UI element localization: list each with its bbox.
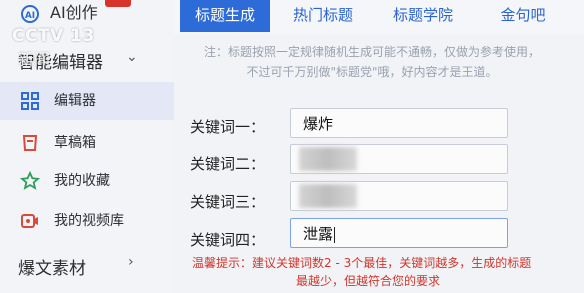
tab-title-generation[interactable]: 标题生成 [180, 0, 270, 32]
blurred-content [299, 147, 357, 171]
keyword-2-label: 关键词二： [190, 155, 266, 173]
keyword-1-value: 爆炸 [303, 115, 334, 133]
star-icon [19, 170, 41, 191]
sidebar-item-label: 我的收藏 [54, 173, 110, 189]
keyword-4-input[interactable]: 泄露 [290, 218, 508, 248]
sidebar-item-label: 草稿箱 [54, 135, 96, 151]
draft-bin-icon [20, 133, 40, 153]
tip-line-2: 最越少，但越符合您的要求 [296, 274, 441, 288]
tip-text: 温馨提示：建议关键词数2 - 3个最佳，关键词越多，生成的标题 最越少，但越符合… [192, 254, 552, 290]
keyword-1-input[interactable]: 爆炸 [290, 108, 508, 138]
sidebar: AI AI创作 智能编辑器 ⌄ 编辑器 草稿箱 我的收藏 我的视频库 爆文素材 … [0, 0, 174, 293]
sidebar-item-ai-creation[interactable]: AI AI创作 [0, 0, 174, 30]
tab-hot-titles[interactable]: 热门标题 [280, 0, 366, 32]
sidebar-item-favorites[interactable]: 我的收藏 [0, 162, 174, 200]
keyword-1-label: 关键词一： [190, 118, 266, 136]
hot-badge [105, 0, 131, 7]
keyword-3-input[interactable] [290, 181, 508, 211]
chevron-right-icon: › [128, 254, 134, 270]
ai-icon: AI [20, 4, 40, 24]
sidebar-item-label: 我的视频库 [54, 213, 124, 229]
keyword-3-label: 关键词三： [190, 193, 266, 211]
sidebar-item-label: 编辑器 [54, 93, 96, 109]
tip-line-1: 温馨提示：建议关键词数2 - 3个最佳，关键词越多，生成的标题 [192, 256, 532, 270]
tab-bar: 标题生成 热门标题 标题学院 金句吧 [174, 0, 584, 34]
sidebar-group-label: 爆文素材 [18, 259, 86, 279]
blurred-content [299, 184, 357, 208]
svg-text:AI: AI [25, 11, 35, 21]
sidebar-item-label: AI创作 [50, 3, 98, 22]
grid-icon [20, 91, 40, 111]
tab-golden-sentences[interactable]: 金句吧 [480, 0, 566, 32]
sidebar-item-drafts[interactable]: 草稿箱 [0, 124, 174, 162]
sidebar-item-video-library[interactable]: 我的视频库 [0, 200, 174, 238]
video-camera-icon [20, 211, 40, 231]
tab-title-academy[interactable]: 标题学院 [380, 0, 466, 32]
usage-notice: 注：标题按照一定规律随机生成可能不通畅，仅做为参考使用，不过可千万别做"标题党"… [203, 45, 540, 79]
keyword-2-input[interactable] [290, 144, 508, 174]
sidebar-group-hot-materials[interactable]: 爆文素材 › [18, 252, 168, 279]
chevron-down-icon: ⌄ [126, 49, 138, 65]
sidebar-group-label: 智能编辑器 [18, 53, 103, 73]
keyword-4-value: 泄露 [303, 225, 334, 243]
sidebar-group-smart-editor[interactable]: 智能编辑器 ⌄ [18, 46, 168, 73]
title-generator-panel: 注：标题按照一定规律随机生成可能不通畅，仅做为参考使用，不过可千万别做"标题党"… [174, 34, 584, 293]
keyword-4-label: 关键词四： [190, 231, 266, 249]
sidebar-item-editor[interactable]: 编辑器 [0, 82, 174, 120]
